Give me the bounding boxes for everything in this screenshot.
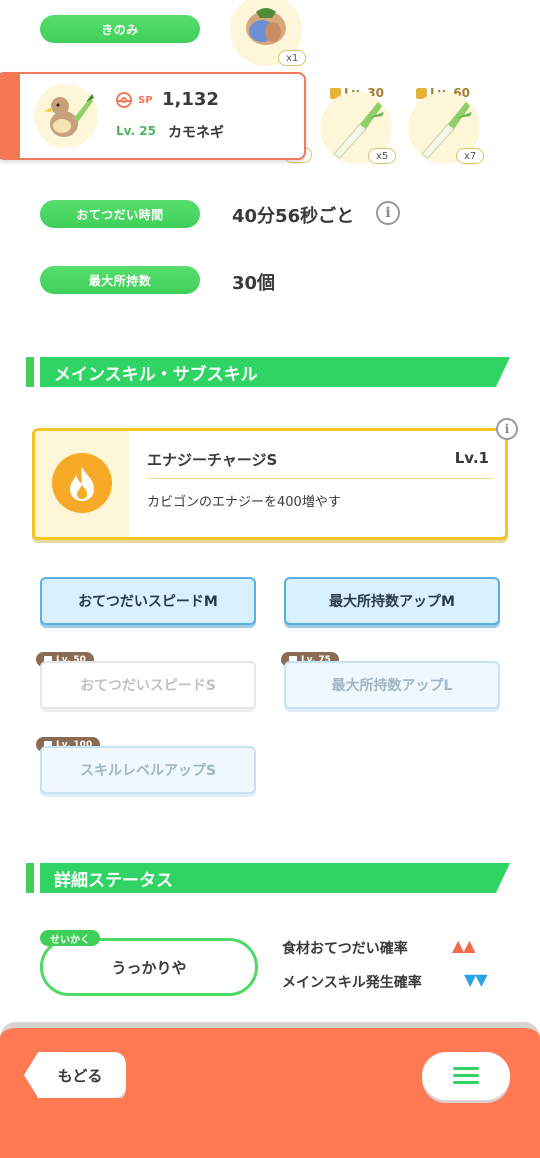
nature-up-label: 食材おてつだい確率 [282,941,408,957]
pokemon-card[interactable]: SP 1,132 Lv. 25 カモネギ [0,72,306,160]
card-accent [0,74,20,158]
main-skill-info-icon[interactable]: i [496,418,518,440]
info-icon[interactable]: i [376,201,400,225]
berry-item[interactable]: x1 [230,0,307,66]
skills-section-title: メインスキル・サブスキル [54,364,258,385]
down-arrows-icon: ▼▼ [464,970,488,989]
sp-value: 1,132 [162,89,219,110]
sub-skill-2-button[interactable]: 最大所持数アップM [284,577,500,625]
nature-tag: せいかく [40,930,100,946]
help-time-value: 40分56秒ごと [232,206,355,227]
sub-skill-5-button[interactable]: スキルレベルアップS [40,746,256,794]
main-skill-name: エナジーチャージS [147,451,278,469]
nature-down-label: メインスキル発生確率 [282,975,422,991]
help-time-label: おてつだい時間 [40,200,200,228]
menu-button[interactable] [422,1052,510,1100]
pokemon-level: Lv. 25 [116,124,156,138]
max-carry-value: 30個 [232,273,276,294]
sp-label: SP [138,95,153,106]
main-skill-description: カビゴンのエナジーを400増やす [147,495,341,510]
sub-skill-1-button[interactable]: おてつだいスピードM [40,577,256,625]
nature-button[interactable]: うっかりや [40,938,258,996]
back-button-label: もどる [57,1066,103,1085]
skills-section-header: メインスキル・サブスキル [26,357,512,387]
berry-label: きのみ [40,15,200,43]
skill-divider [147,478,493,479]
pokemon-avatar [34,84,98,148]
main-skill-card[interactable]: エナジーチャージS Lv.1 カビゴンのエナジーを400増やす [32,428,508,540]
ingredient-2-count: x7 [456,148,485,164]
skill-icon-area [35,431,129,537]
details-section-title: 詳細ステータス [54,870,173,891]
details-section-header: 詳細ステータス [26,863,512,893]
sub-skill-4-button[interactable]: 最大所持数アップL [284,661,500,709]
farfetchd-icon [44,94,94,137]
max-carry-label: 最大所持数 [40,266,200,294]
hamburger-menu-icon [453,1067,479,1085]
berry-count: x1 [278,50,307,66]
ingredient-2-item[interactable]: x7 [408,92,485,164]
ingredient-1-count: x5 [368,148,397,164]
up-arrows-icon: ▲▲ [452,936,476,955]
main-skill-level: Lv.1 [454,449,489,467]
fire-icon [52,453,112,513]
back-button[interactable]: もどる [24,1052,126,1098]
ingredient-1-item[interactable]: x5 [320,92,397,164]
pokeball-icon [116,92,132,108]
sub-skill-3-button[interactable]: おてつだいスピードS [40,661,256,709]
pokemon-name: カモネギ [168,125,224,141]
